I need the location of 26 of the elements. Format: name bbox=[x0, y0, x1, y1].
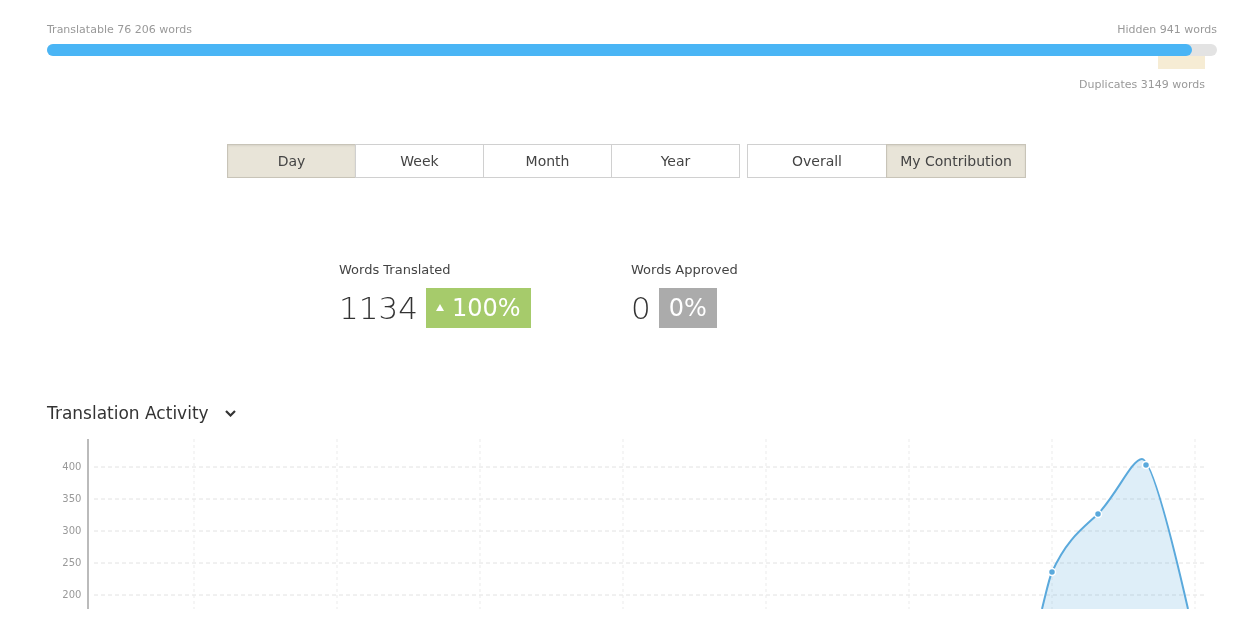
change-badge: 0% bbox=[658, 287, 717, 328]
change-badge: 100% bbox=[425, 287, 531, 328]
period-tab[interactable]: Week bbox=[355, 144, 484, 178]
y-axis-label: 400 bbox=[61, 460, 82, 474]
period-tab[interactable]: Month bbox=[483, 144, 612, 178]
stat-label: Words Approved bbox=[631, 261, 739, 279]
up-triangle-icon bbox=[435, 304, 444, 311]
hidden-label: Hidden 941 words bbox=[1117, 22, 1217, 38]
y-axis-label: 250 bbox=[61, 556, 82, 570]
y-axis-label: 300 bbox=[61, 524, 82, 538]
y-axis-label: 350 bbox=[61, 492, 82, 506]
data-point bbox=[1142, 460, 1151, 470]
period-tab[interactable]: Year bbox=[611, 144, 740, 178]
stat-value: 1134 bbox=[339, 288, 418, 328]
stat-label: Words Translated bbox=[339, 261, 452, 279]
section-title: Translation Activity bbox=[47, 401, 209, 425]
scope-tab[interactable]: Overall bbox=[747, 144, 887, 178]
data-point bbox=[1048, 567, 1057, 577]
stat-value: 0 bbox=[631, 288, 651, 328]
y-axis-label: 200 bbox=[61, 588, 82, 602]
translatable-label: Translatable 76 206 words bbox=[47, 22, 192, 38]
data-point bbox=[1094, 509, 1103, 519]
period-tab[interactable]: Day bbox=[227, 144, 356, 178]
chevron-down-icon[interactable] bbox=[224, 409, 236, 417]
scope-tab[interactable]: My Contribution bbox=[886, 144, 1026, 178]
duplicates-label: Duplicates 3149 words bbox=[1079, 76, 1205, 93]
